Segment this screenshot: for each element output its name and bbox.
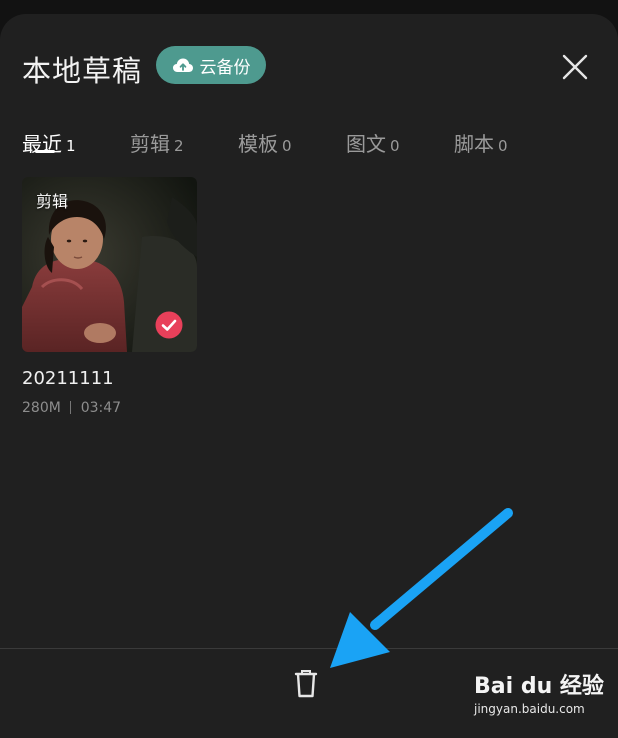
tab-label: 模板 bbox=[238, 132, 278, 156]
cloud-backup-label: 云备份 bbox=[199, 57, 251, 78]
draft-tabs: 最近 1 剪辑 2 模板 0 图文 0 脚本 0 bbox=[0, 110, 618, 160]
draft-size: 280M bbox=[22, 400, 61, 416]
tab-count: 0 bbox=[390, 137, 400, 155]
footer-divider bbox=[0, 648, 618, 649]
tab-template[interactable]: 模板 0 bbox=[238, 128, 292, 168]
tab-recent[interactable]: 最近 1 bbox=[22, 128, 76, 168]
local-drafts-sheet: 本地草稿 云备份 最近 1 剪辑 2 模板 0 图文 0 脚本 0 剪辑 202… bbox=[0, 14, 618, 738]
tab-label: 剪辑 bbox=[130, 132, 170, 156]
selected-check-icon[interactable] bbox=[155, 311, 183, 339]
tab-count: 0 bbox=[498, 137, 508, 155]
tab-label: 脚本 bbox=[454, 132, 494, 156]
tab-count: 1 bbox=[66, 137, 76, 155]
tab-label: 图文 bbox=[346, 132, 386, 156]
tab-count: 0 bbox=[282, 137, 292, 155]
trash-icon[interactable] bbox=[290, 668, 322, 700]
meta-divider bbox=[70, 401, 72, 414]
tab-script[interactable]: 脚本 0 bbox=[454, 128, 508, 168]
watermark-logo: Bai du 经验 bbox=[474, 674, 604, 699]
close-icon[interactable] bbox=[560, 52, 590, 82]
draft-name: 20211111 bbox=[22, 368, 114, 389]
baidu-jingyan-watermark: Bai du 经验 jingyan.baidu.com bbox=[474, 668, 604, 724]
watermark-url: jingyan.baidu.com bbox=[474, 702, 585, 716]
cloud-backup-button[interactable]: 云备份 bbox=[156, 46, 266, 84]
page-title: 本地草稿 bbox=[22, 54, 143, 88]
tab-image-text[interactable]: 图文 0 bbox=[346, 128, 400, 168]
draft-type-label: 剪辑 bbox=[36, 192, 69, 211]
draft-thumbnail[interactable]: 剪辑 bbox=[22, 177, 197, 352]
tab-count: 2 bbox=[174, 137, 184, 155]
draft-meta: 280M 03:47 bbox=[22, 400, 121, 416]
cloud-upload-icon bbox=[172, 58, 193, 72]
active-tab-indicator bbox=[35, 150, 55, 153]
draft-duration: 03:47 bbox=[80, 400, 122, 416]
tab-edit[interactable]: 剪辑 2 bbox=[130, 128, 184, 168]
